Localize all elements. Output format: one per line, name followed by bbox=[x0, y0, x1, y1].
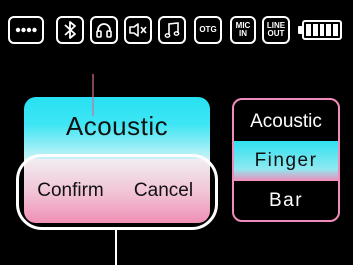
battery-cell bbox=[319, 24, 325, 36]
line-out-label-bottom: OUT bbox=[267, 29, 285, 38]
mode-item-finger[interactable]: Finger bbox=[234, 141, 338, 181]
line-out-icon[interactable]: LINE OUT bbox=[262, 16, 290, 44]
pointer-line bbox=[115, 230, 117, 265]
music-note-icon[interactable] bbox=[158, 16, 186, 44]
mode-item-acoustic[interactable]: Acoustic bbox=[234, 102, 338, 142]
mode-item-bar[interactable]: Bar bbox=[234, 181, 338, 220]
bluetooth-icon[interactable] bbox=[56, 16, 84, 44]
status-bar: OTG MIC IN LINE OUT bbox=[0, 0, 353, 64]
battery-cell bbox=[312, 24, 318, 36]
mode-list: Acoustic Finger Bar bbox=[232, 98, 340, 222]
mute-icon[interactable] bbox=[124, 16, 152, 44]
highlight-ring bbox=[16, 154, 218, 230]
dialog-title: Acoustic bbox=[65, 111, 169, 141]
mic-in-icon[interactable]: MIC IN bbox=[230, 16, 256, 44]
battery-cell bbox=[306, 24, 311, 36]
mic-in-label-bottom: IN bbox=[238, 29, 247, 38]
headphone-icon[interactable] bbox=[90, 16, 118, 44]
battery-cell bbox=[326, 24, 332, 36]
dialog-header: Acoustic bbox=[24, 97, 210, 159]
otg-label: OTG bbox=[199, 25, 217, 34]
battery-cell bbox=[333, 24, 338, 36]
menu-dots-icon[interactable] bbox=[8, 16, 44, 44]
battery-icon bbox=[302, 20, 342, 40]
button-divider bbox=[92, 74, 94, 116]
otg-icon[interactable]: OTG bbox=[194, 16, 222, 44]
